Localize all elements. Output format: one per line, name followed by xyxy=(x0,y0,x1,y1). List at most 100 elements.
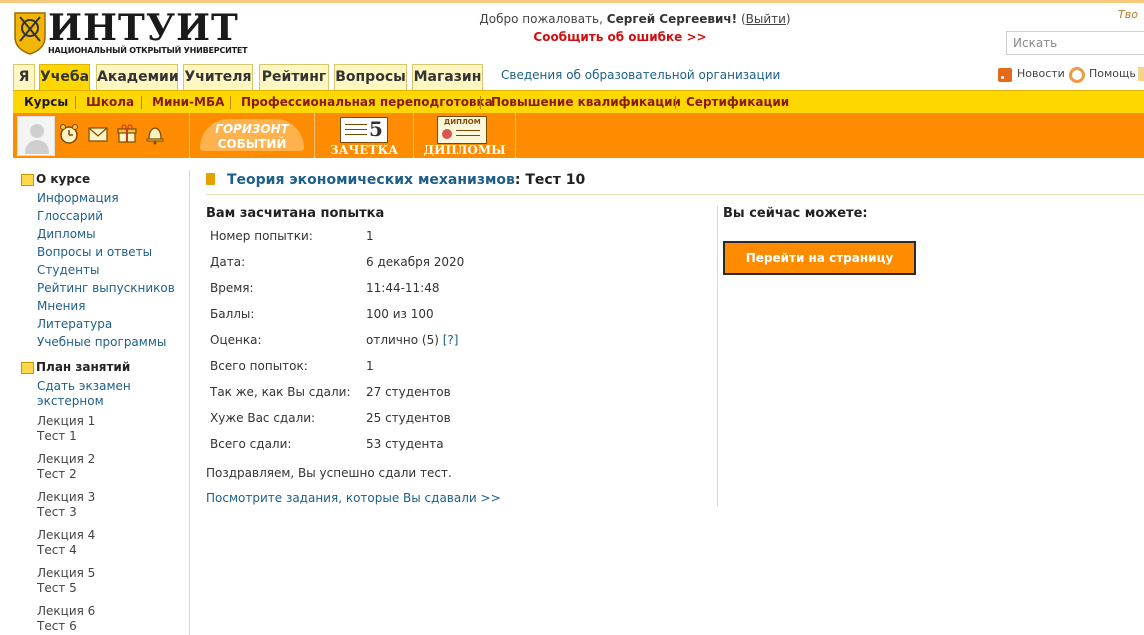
report-error-link[interactable]: Сообщить об ошибке >> xyxy=(470,30,770,44)
sidebar-item-programs[interactable]: Учебные программы xyxy=(37,335,166,349)
sidebar-test-1[interactable]: Тест 1 xyxy=(37,429,77,444)
logout-close: ) xyxy=(785,12,791,26)
tab-ya[interactable]: Я xyxy=(13,64,35,90)
logo-subtitle: НАЦИОНАЛЬНЫЙ ОТКРЫТЫЙ УНИВЕРСИТЕТ xyxy=(48,46,248,55)
sidebar-item-students[interactable]: Студенты xyxy=(37,263,99,277)
submenu-qualification[interactable]: Повышение квалификации xyxy=(491,95,681,109)
zachetka-button[interactable]: 5 ЗАЧЕТКА xyxy=(315,113,414,158)
submenu-certification[interactable]: Сертификации xyxy=(686,95,789,109)
welcome-prefix: Добро пожаловать, xyxy=(479,12,603,26)
sidebar-lecture-2[interactable]: Лекция 2 xyxy=(37,452,95,467)
gradebook-grade: 5 xyxy=(369,117,383,141)
submenu-separator xyxy=(75,96,76,109)
sidebar-item-opinions[interactable]: Мнения xyxy=(37,299,85,313)
result-value-time: 11:44-11:48 xyxy=(366,281,440,295)
corner-text: Тво xyxy=(1118,8,1138,21)
sidebar-item-literature[interactable]: Литература xyxy=(37,317,112,331)
tab-magazin[interactable]: Магазин xyxy=(412,64,483,90)
book-icon xyxy=(206,173,215,185)
sidebar-test-6[interactable]: Тест 6 xyxy=(37,619,77,634)
page-title: Теория экономических механизмов: Тест 10 xyxy=(227,172,585,188)
sub-menu: Курсы Школа Мини-МБА Профессиональная пе… xyxy=(13,90,1144,113)
orange-toolbar: ГОРИЗОНТ СОБЫТИЙ 5 ЗАЧЕТКА ДИПЛОМ ДИПЛОМ… xyxy=(13,113,1144,158)
partial-icon xyxy=(1138,67,1144,81)
top-accent-line xyxy=(0,0,1144,3)
sidebar-test-4[interactable]: Тест 4 xyxy=(37,543,77,558)
view-tasks-link[interactable]: Посмотрите задания, которые Вы сдавали >… xyxy=(206,491,501,505)
sidebar-lecture-1[interactable]: Лекция 1 xyxy=(37,414,95,429)
column-divider xyxy=(717,206,718,506)
rss-icon[interactable] xyxy=(998,68,1012,82)
sidebar-item-info[interactable]: Информация xyxy=(37,191,119,205)
sidebar-exam-link-line2[interactable]: экстерном xyxy=(37,394,104,408)
passed-heading: Вам засчитана попытка xyxy=(206,206,385,221)
submenu-school[interactable]: Школа xyxy=(86,95,134,109)
result-label-date: Дата: xyxy=(210,255,246,269)
sidebar-exam-link-line1[interactable]: Сдать экзамен xyxy=(37,379,131,393)
submenu-mini-mba[interactable]: Мини-МБА xyxy=(152,95,224,109)
sidebar-lecture-6[interactable]: Лекция 6 xyxy=(37,604,95,619)
course-title-link[interactable]: Теория экономических механизмов xyxy=(227,172,515,188)
grade-help-link[interactable]: [?] xyxy=(443,333,459,347)
test-title: : Тест 10 xyxy=(514,172,586,188)
sidebar-lecture-5[interactable]: Лекция 5 xyxy=(37,566,95,581)
alarm-clock-icon[interactable] xyxy=(58,123,80,145)
welcome-message: Добро пожаловать, Сергей Сергеевич! (Вый… xyxy=(470,12,800,26)
diploma-icon: ДИПЛОМ xyxy=(437,116,487,144)
logo-text[interactable]: ИНТУИТ xyxy=(48,8,239,48)
sidebar-lecture-4[interactable]: Лекция 4 xyxy=(37,528,95,543)
diploma-badge-text: ДИПЛОМ xyxy=(444,118,481,126)
sidebar-item-qa[interactable]: Вопросы и ответы xyxy=(37,245,152,259)
horizon-line1: ГОРИЗОНТ xyxy=(215,122,289,136)
diplomas-button[interactable]: ДИПЛОМ ДИПЛОМЫ xyxy=(414,113,516,158)
tab-uchitelya[interactable]: Учителя xyxy=(183,64,253,90)
tab-voprosy[interactable]: Вопросы xyxy=(334,64,407,90)
result-value-total-attempts: 1 xyxy=(366,359,374,373)
result-value-attempt: 1 xyxy=(366,229,374,243)
avatar[interactable] xyxy=(17,116,55,156)
sidebar-lecture-3[interactable]: Лекция 3 xyxy=(37,490,95,505)
zachetka-label: ЗАЧЕТКА xyxy=(329,143,399,157)
now-heading: Вы сейчас можете: xyxy=(723,206,868,221)
search-input[interactable]: Искать xyxy=(1006,31,1144,55)
avatar-body xyxy=(25,140,49,154)
logout-link[interactable]: Выйти xyxy=(746,12,786,26)
grade-text: отлично (5) xyxy=(366,333,439,347)
gift-icon[interactable] xyxy=(116,123,138,145)
sidebar-about-title: О курсе xyxy=(36,172,91,186)
submenu-separator xyxy=(675,96,676,109)
org-info-link[interactable]: Сведения об образовательной организации xyxy=(501,68,780,82)
sidebar-item-diplomas[interactable]: Дипломы xyxy=(37,227,96,241)
mail-icon[interactable] xyxy=(87,123,109,145)
submenu-retraining[interactable]: Профессиональная переподготовка xyxy=(241,95,493,109)
sidebar-divider xyxy=(189,170,190,635)
gradebook-icon: 5 xyxy=(340,117,388,143)
news-link[interactable]: Новости xyxy=(1017,67,1065,80)
sidebar-test-5[interactable]: Тест 5 xyxy=(37,581,77,596)
sidebar-test-2[interactable]: Тест 2 xyxy=(37,467,77,482)
user-name[interactable]: Сергей Сергеевич! xyxy=(607,12,737,26)
sidebar-plan-title: План занятий xyxy=(36,360,131,374)
help-link[interactable]: Помощь xyxy=(1089,67,1136,80)
congrats-text: Поздравляем, Вы успешно сдали тест. xyxy=(206,466,452,480)
tab-ucheba[interactable]: Учеба xyxy=(39,64,90,91)
submenu-separator xyxy=(230,96,231,109)
result-value-same: 27 студентов xyxy=(366,385,451,399)
intuit-logo-icon[interactable] xyxy=(13,11,47,55)
title-divider xyxy=(206,194,1144,195)
bell-icon[interactable] xyxy=(144,123,166,145)
result-label-total-attempts: Всего попыток: xyxy=(210,359,308,373)
tab-akademii[interactable]: Академии xyxy=(96,64,179,90)
tab-reiting[interactable]: Рейтинг xyxy=(259,64,329,90)
result-label-time: Время: xyxy=(210,281,254,295)
sidebar-item-glossary[interactable]: Глоссарий xyxy=(37,209,103,223)
go-to-course-button[interactable]: Перейти на страницу курса xyxy=(723,241,916,295)
submenu-courses[interactable]: Курсы xyxy=(24,95,68,109)
user-icons-group xyxy=(13,113,190,158)
sidebar-item-graduates-rating[interactable]: Рейтинг выпускников xyxy=(37,281,175,295)
result-value-score: 100 из 100 xyxy=(366,307,434,321)
result-value-date: 6 декабря 2020 xyxy=(366,255,465,269)
horizon-events-button[interactable]: ГОРИЗОНТ СОБЫТИЙ xyxy=(190,113,315,158)
lifebuoy-icon[interactable] xyxy=(1069,67,1085,83)
sidebar-test-3[interactable]: Тест 3 xyxy=(37,505,77,520)
